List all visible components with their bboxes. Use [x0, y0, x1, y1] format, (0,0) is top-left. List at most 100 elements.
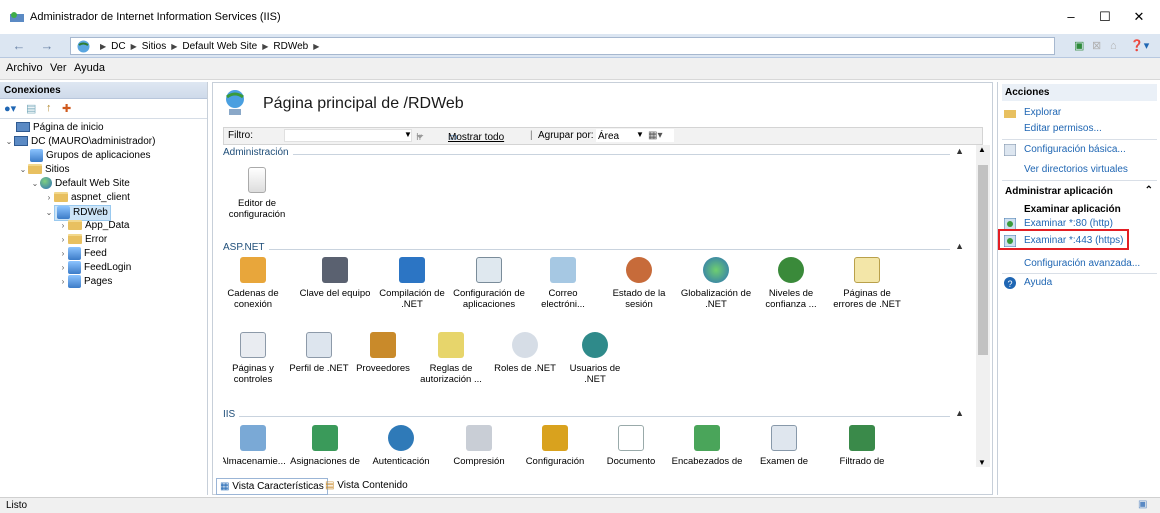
feature-providers[interactable]: Proveedores	[347, 332, 419, 374]
chevron-right-icon[interactable]: ›	[58, 219, 68, 233]
collapse-icon[interactable]: ▲	[955, 241, 964, 251]
group-divider	[223, 249, 950, 250]
home-icon[interactable]: ⌂	[1110, 37, 1117, 55]
authentication-icon	[388, 425, 414, 451]
disconnect-icon[interactable]: ✚	[62, 102, 71, 115]
collapse-circle-icon[interactable]: ⌃	[1145, 185, 1153, 196]
chevron-right-icon[interactable]: ›	[58, 275, 68, 289]
up-icon[interactable]: ↑	[46, 102, 52, 114]
trust-check-icon	[778, 257, 804, 283]
help-menu-icon[interactable]: ❓▾	[1130, 37, 1149, 55]
feature-handler-mappings[interactable]: Asignaciones de	[289, 425, 361, 467]
chevron-down-icon[interactable]: ⌄	[30, 177, 40, 191]
help-link[interactable]: Ayuda	[1024, 277, 1052, 288]
feature-compilation[interactable]: Compilación de .NET	[376, 257, 448, 310]
feature-request-filtering[interactable]: Filtrado de	[826, 425, 898, 467]
chevron-down-icon[interactable]: ⌄	[18, 163, 28, 177]
feature-app-settings[interactable]: Configuración de aplicaciones	[453, 257, 525, 310]
connections-header: Conexiones	[0, 82, 207, 99]
breadcrumb[interactable]: ▶ DC ▶ Sitios ▶ Default Web Site ▶ RDWeb ▶	[70, 37, 1055, 55]
page-controls-icon	[240, 332, 266, 358]
chevron-down-icon[interactable]: ⌄	[44, 206, 54, 220]
tree-node-feed[interactable]: › Feed	[58, 247, 107, 261]
feature-output-caching[interactable]: Almacenamie...	[223, 425, 289, 467]
tab-features-view[interactable]: ▦ Vista Características	[216, 478, 328, 495]
tree-node-default-web-site[interactable]: ⌄ Default Web Site	[30, 177, 130, 191]
database-icon	[240, 257, 266, 283]
feature-session-state[interactable]: Estado de la sesión	[603, 257, 675, 310]
vertical-scrollbar[interactable]: ▲ ▼	[976, 145, 990, 467]
scrollbar-thumb[interactable]	[978, 165, 988, 355]
dropdown-arrow-icon[interactable]: ▼	[636, 130, 644, 139]
feature-roles[interactable]: Roles de .NET	[489, 332, 561, 374]
minimize-button[interactable]: –	[1054, 6, 1088, 28]
tree-node-app-data[interactable]: › App_Data	[58, 219, 130, 233]
feature-compression[interactable]: Compresión	[443, 425, 515, 467]
tree-node-dc[interactable]: ⌄ DC (MAURO\administrador)	[4, 135, 156, 149]
feature-pages-controls[interactable]: Páginas y controles	[223, 332, 289, 385]
tree-node-sites[interactable]: ⌄ Sitios	[18, 163, 70, 177]
view-mode-icon[interactable]: ▦▾	[648, 130, 662, 141]
feature-connection-strings[interactable]: Cadenas de conexión	[223, 257, 289, 310]
maximize-button[interactable]: ☐	[1088, 6, 1122, 28]
chevron-right-icon[interactable]: ›	[44, 191, 54, 205]
feature-trust-levels[interactable]: Niveles de confianza ...	[755, 257, 827, 310]
feature-http-headers[interactable]: Encabezados de	[671, 425, 743, 467]
filter-input[interactable]	[284, 129, 412, 142]
dropdown-arrow-icon[interactable]: ▼	[404, 130, 412, 139]
tab-content-view[interactable]: ▤ Vista Contenido	[322, 478, 411, 495]
feature-configuration[interactable]: Configuración	[519, 425, 591, 467]
collapse-icon[interactable]: ▲	[955, 146, 964, 156]
crumb-default-web-site[interactable]: Default Web Site	[182, 41, 257, 52]
feature-default-document[interactable]: Documento	[595, 425, 667, 467]
back-button[interactable]: ←	[8, 37, 30, 55]
explore-link[interactable]: Explorar	[1024, 107, 1061, 118]
group-by-label: Agrupar por:	[538, 130, 594, 141]
crumb-sitios[interactable]: Sitios	[142, 41, 166, 52]
tree-node-rdweb[interactable]: ⌄ RDWeb	[44, 205, 111, 222]
status-text: Listo	[6, 500, 28, 511]
crumb-dc[interactable]: DC	[111, 41, 125, 52]
feature-authorization-rules[interactable]: Reglas de autorización ...	[415, 332, 487, 385]
menu-ayuda[interactable]: Ayuda	[74, 62, 105, 74]
feature-smtp-email[interactable]: Correo electróni...	[527, 257, 599, 310]
scroll-up-icon[interactable]: ▲	[978, 145, 986, 154]
chevron-down-icon[interactable]: ⌄	[4, 135, 14, 149]
network-icon[interactable]: ▣	[1074, 37, 1084, 55]
scroll-down-icon[interactable]: ▼	[978, 458, 986, 467]
feature-globalization[interactable]: Globalización de .NET	[680, 257, 752, 310]
save-icon[interactable]: ▤	[26, 102, 36, 115]
edit-permissions-link[interactable]: Editar permisos...	[1024, 123, 1102, 134]
chevron-right-icon[interactable]: ›	[58, 261, 68, 275]
forward-button[interactable]: →	[36, 37, 58, 55]
tree-node-feedlogin[interactable]: › FeedLogin	[58, 261, 131, 275]
connect-icon[interactable]: ●▾	[4, 102, 16, 115]
feature-authentication[interactable]: Autenticación	[365, 425, 437, 467]
tree-node-app-pools[interactable]: Grupos de aplicaciones	[30, 149, 151, 163]
close-button[interactable]: ✕	[1122, 6, 1156, 28]
feature-users[interactable]: Usuarios de .NET	[559, 332, 631, 385]
tree-node-start-page[interactable]: Página de inicio	[16, 121, 104, 135]
feature-directory-browsing[interactable]: Examen de	[748, 425, 820, 467]
browse-80-link[interactable]: Examinar *:80 (http)	[1024, 218, 1113, 229]
stop-icon[interactable]: ⊠	[1092, 37, 1101, 55]
explore-folder-icon	[1004, 110, 1016, 118]
tree-node-error[interactable]: › Error	[58, 233, 108, 247]
chevron-right-icon[interactable]: ›	[58, 247, 68, 261]
menu-archivo[interactable]: Archivo	[6, 62, 43, 74]
view-virtual-dirs-link[interactable]: Ver directorios virtuales	[1024, 164, 1128, 175]
feature-error-pages[interactable]: Páginas de errores de .NET	[831, 257, 903, 310]
feature-config-editor[interactable]: Editor de configuración	[223, 167, 293, 220]
feature-profile[interactable]: Perfil de .NET	[283, 332, 355, 374]
collapse-icon[interactable]: ▲	[955, 408, 964, 418]
basic-settings-link[interactable]: Configuración básica...	[1024, 144, 1126, 155]
advanced-settings-link[interactable]: Configuración avanzada...	[1024, 258, 1140, 269]
menu-ver[interactable]: Ver	[50, 62, 67, 74]
group-iis: IIS ▲	[223, 408, 968, 423]
tree-node-pages[interactable]: › Pages	[58, 275, 112, 289]
tree-node-aspnet-client[interactable]: › aspnet_client	[44, 191, 130, 205]
browse-icon	[771, 425, 797, 451]
crumb-rdweb[interactable]: RDWeb	[273, 41, 308, 52]
feature-machine-key[interactable]: Clave del equipo	[299, 257, 371, 299]
chevron-right-icon[interactable]: ›	[58, 233, 68, 247]
